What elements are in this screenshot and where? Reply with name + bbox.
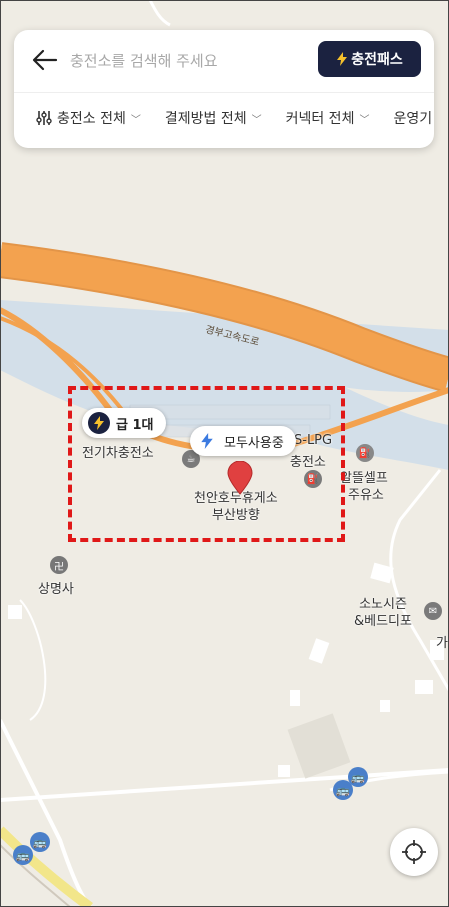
shop-icon[interactable]: ✉	[424, 602, 442, 620]
filter-bar: 충전소 전체 ﹀ 결제방법 전체 ﹀ 커넥터 전체 ﹀ 운영기	[36, 108, 432, 128]
filter-label: 결제방법 전체	[164, 111, 247, 127]
search-panel: 충전소를 검색해 주세요 충전패스 충전소 전체 ﹀ 결제방법 전체 ﹀ 커넥터…	[14, 30, 434, 148]
bus-stop-icon[interactable]: 🚌	[30, 832, 50, 852]
bus-stop-icon[interactable]: 🚌	[333, 780, 353, 800]
filter-sliders-icon	[36, 111, 52, 125]
filter-label: 운영기	[393, 111, 433, 127]
charge-pass-button[interactable]: 충전패스	[318, 41, 421, 77]
shop-label[interactable]: 소노시즌 &베드디포	[354, 596, 412, 630]
filter-label: 커넥터 전체	[285, 111, 355, 127]
temple-icon[interactable]: 卍	[50, 556, 68, 574]
my-location-button[interactable]	[390, 828, 438, 876]
gas-station-label[interactable]: 알뜰셀프 주유소	[340, 470, 388, 504]
back-arrow-icon[interactable]	[32, 48, 58, 72]
charge-pass-label: 충전패스	[351, 52, 403, 68]
shop-name: 소노시즌	[359, 597, 407, 612]
shop-name-2: &베드디포	[354, 614, 412, 629]
filter-operator[interactable]: 운영기	[393, 108, 432, 128]
fuel-icon[interactable]: ⛽	[356, 444, 374, 462]
chevron-down-icon: ﹀	[251, 114, 262, 126]
chevron-down-icon: ﹀	[130, 114, 141, 126]
filter-label: 충전소 전체	[57, 111, 126, 127]
chevron-down-icon: ﹀	[359, 114, 370, 126]
crosshair-icon	[402, 840, 426, 864]
filter-connector[interactable]: 커넥터 전체 ﹀	[286, 108, 370, 128]
gas-station-type: 주유소	[348, 488, 384, 503]
filter-payment[interactable]: 결제방법 전체 ﹀	[165, 108, 262, 128]
highlight-box	[68, 386, 345, 542]
filter-station-type[interactable]: 충전소 전체 ﹀	[36, 108, 141, 128]
divider	[14, 92, 434, 93]
edge-label[interactable]: 가	[436, 632, 448, 651]
search-input[interactable]: 충전소를 검색해 주세요	[70, 50, 218, 71]
temple-label[interactable]: 상명사	[38, 578, 74, 597]
bus-stop-icon[interactable]: 🚌	[13, 845, 33, 865]
gas-station-name: 알뜰셀프	[340, 471, 388, 486]
bolt-icon	[337, 52, 348, 66]
